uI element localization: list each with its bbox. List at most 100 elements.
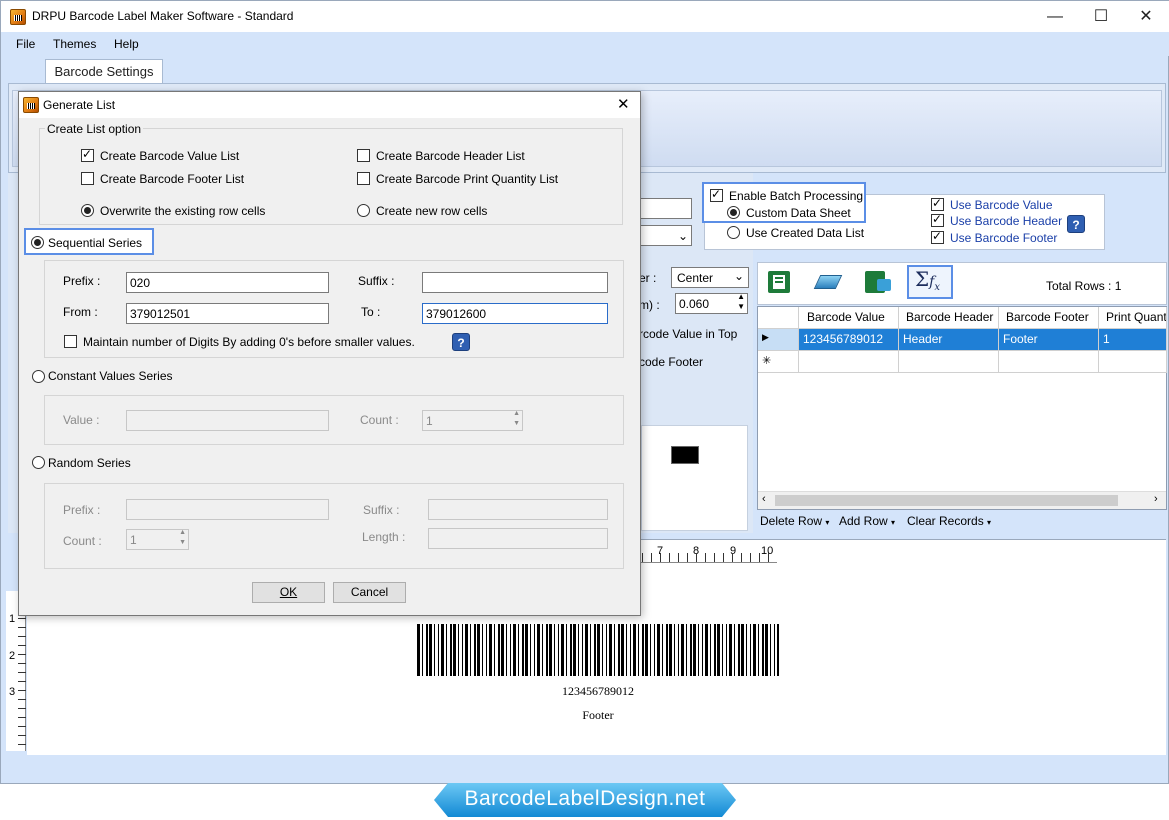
- ok-label: OK: [279, 585, 298, 599]
- sequential-series-radio[interactable]: [31, 236, 44, 249]
- prefix-input[interactable]: 020: [126, 272, 329, 293]
- title-bar: DRPU Barcode Label Maker Software - Stan…: [1, 1, 1169, 32]
- random-length-input[interactable]: [428, 528, 608, 549]
- count-label: Count :: [360, 413, 399, 427]
- menu-file[interactable]: File: [16, 37, 35, 51]
- dialog-title-bar: Generate List ✕: [19, 92, 640, 118]
- random-suffix-input[interactable]: [428, 499, 608, 520]
- use-footer-checkbox[interactable]: [931, 229, 944, 244]
- create-footer-list-checkbox[interactable]: [81, 172, 94, 185]
- new-row-cell[interactable]: [799, 351, 899, 373]
- tab-barcode-settings[interactable]: Barcode Settings: [45, 59, 163, 84]
- create-new-label: Create new row cells: [376, 204, 488, 218]
- use-footer-label: Use Barcode Footer: [950, 231, 1058, 245]
- close-button[interactable]: ✕: [1123, 1, 1169, 32]
- constant-series-label: Constant Values Series: [48, 369, 173, 383]
- overwrite-label: Overwrite the existing row cells: [100, 204, 266, 218]
- scroll-right-icon[interactable]: ›: [1154, 493, 1158, 505]
- ruler-ticks: [642, 553, 777, 562]
- margin-input[interactable]: 0.060 ▲ ▼: [675, 292, 748, 314]
- horizontal-scrollbar[interactable]: ‹ ›: [758, 491, 1166, 509]
- excel-export-icon[interactable]: [859, 267, 899, 301]
- grid-corner: [758, 307, 799, 329]
- ok-button[interactable]: OK: [252, 582, 325, 603]
- ruler-tick-label: 3: [9, 686, 16, 698]
- to-input[interactable]: 379012600: [422, 303, 608, 324]
- add-row-label: Add Row: [839, 514, 888, 528]
- maintain-digits-checkbox[interactable]: [64, 335, 77, 348]
- count-input[interactable]: 1 ▲ ▼: [422, 410, 523, 431]
- chevron-down-icon: ⌄: [677, 229, 688, 243]
- alignment-label: er :: [639, 271, 657, 285]
- minimize-button[interactable]: —: [1032, 1, 1078, 32]
- color-swatch[interactable]: [671, 446, 699, 464]
- new-row-marker[interactable]: ✳: [758, 351, 799, 373]
- new-row-cell[interactable]: [899, 351, 999, 373]
- color-preview-panel: [641, 425, 748, 531]
- value-input[interactable]: [126, 410, 329, 431]
- maximize-button[interactable]: ☐: [1078, 1, 1124, 32]
- new-row-cell[interactable]: [1099, 351, 1167, 373]
- scrollbar-thumb[interactable]: [775, 495, 1118, 506]
- new-row-cell[interactable]: [999, 351, 1099, 373]
- create-quantity-list-checkbox[interactable]: [357, 172, 370, 185]
- dialog-close-icon[interactable]: ✕: [617, 95, 630, 113]
- grid-column-header[interactable]: Barcode Value: [799, 307, 899, 329]
- suffix-input[interactable]: [422, 272, 608, 293]
- delete-row-button[interactable]: Delete Row ▾: [760, 514, 829, 528]
- spinner-icon[interactable]: ▲ ▼: [737, 292, 745, 312]
- constant-series-radio[interactable]: [32, 370, 45, 383]
- create-value-list-checkbox[interactable]: [81, 147, 94, 162]
- create-new-radio[interactable]: [357, 204, 370, 217]
- use-value-checkbox[interactable]: [931, 196, 944, 211]
- ruler-tick-label: 2: [9, 650, 16, 662]
- alignment-select[interactable]: Center ⌄: [671, 267, 749, 288]
- created-list-label: Use Created Data List: [746, 226, 865, 240]
- add-row-button[interactable]: Add Row ▾: [839, 514, 895, 528]
- from-input[interactable]: 379012501: [126, 303, 329, 324]
- barcode-value-text: 123456789012: [562, 684, 634, 698]
- obscured-dropdown[interactable]: ⌄: [637, 225, 692, 246]
- custom-sheet-radio[interactable]: [727, 206, 740, 219]
- enable-batch-checkbox[interactable]: [710, 187, 723, 202]
- grid-column-header[interactable]: Barcode Footer: [999, 307, 1099, 329]
- overwrite-radio[interactable]: [81, 204, 94, 217]
- table-row-cell[interactable]: 123456789012: [799, 329, 899, 351]
- excel-import-icon[interactable]: [762, 267, 802, 301]
- table-row-cell[interactable]: 1: [1099, 329, 1167, 351]
- grid-column-header[interactable]: Barcode Header: [899, 307, 999, 329]
- use-value-label: Use Barcode Value: [950, 198, 1053, 212]
- menu-themes[interactable]: Themes: [53, 37, 96, 51]
- generate-list-dialog: Generate List ✕ Create List option Creat…: [18, 91, 641, 616]
- random-series-radio[interactable]: [32, 456, 45, 469]
- created-list-radio[interactable]: [727, 226, 740, 239]
- help-icon[interactable]: ?: [1067, 215, 1085, 233]
- grid-column-header[interactable]: Print Quantity: [1099, 307, 1167, 329]
- clear-records-button[interactable]: Clear Records ▾: [907, 514, 991, 528]
- current-row-marker[interactable]: ▶: [758, 329, 799, 351]
- create-footer-list-label: Create Barcode Footer List: [100, 172, 245, 186]
- scroll-left-icon[interactable]: ‹: [762, 493, 766, 505]
- help-icon[interactable]: ?: [452, 333, 470, 351]
- create-list-option-title: Create List option: [45, 122, 144, 136]
- random-count-label: Count :: [63, 534, 102, 548]
- create-header-list-checkbox[interactable]: [357, 149, 370, 162]
- cancel-button[interactable]: Cancel: [333, 582, 406, 603]
- random-prefix-input[interactable]: [126, 499, 329, 520]
- enable-batch-label: Enable Batch Processing: [729, 189, 864, 203]
- site-banner: BarcodeLabelDesign.net: [434, 783, 736, 817]
- spinner-icon[interactable]: ▲ ▼: [179, 528, 186, 548]
- barcode-bars: [417, 624, 779, 676]
- sequential-series-label: Sequential Series: [48, 236, 143, 250]
- cancel-label: Cancel: [350, 585, 389, 599]
- table-row-cell[interactable]: Header: [899, 329, 999, 351]
- table-row-cell[interactable]: Footer: [999, 329, 1099, 351]
- obscured-input[interactable]: [637, 198, 692, 219]
- spinner-icon[interactable]: ▲ ▼: [513, 409, 520, 429]
- menu-help[interactable]: Help: [114, 37, 139, 51]
- eraser-icon[interactable]: [809, 267, 849, 301]
- random-count-input[interactable]: 1 ▲ ▼: [126, 529, 189, 550]
- use-header-checkbox[interactable]: [931, 212, 944, 227]
- footer-option-label: code Footer: [639, 355, 704, 369]
- formula-sigma-icon[interactable]: Σfx: [915, 267, 940, 293]
